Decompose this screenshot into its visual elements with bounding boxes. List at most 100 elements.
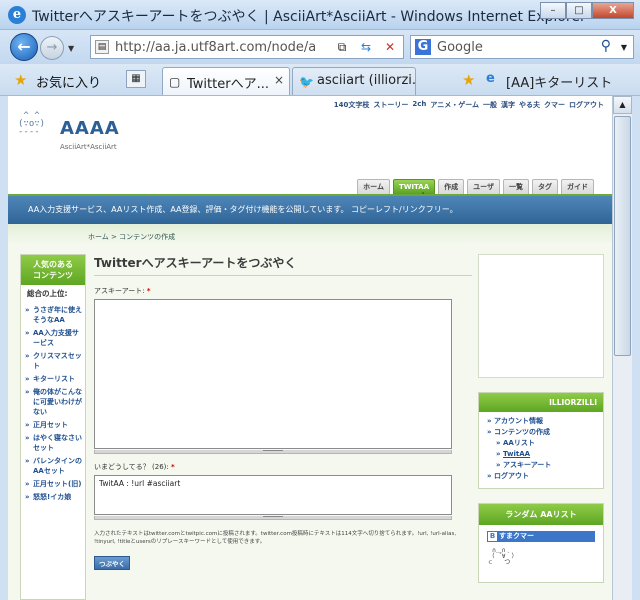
random-aa-item[interactable]: B すまクマー: [487, 531, 595, 542]
maximize-button[interactable]: □: [566, 2, 592, 19]
list-item[interactable]: 正月セット(旧): [23, 479, 85, 489]
site-logo-title[interactable]: AAAA: [60, 118, 120, 139]
random-aa-list-box: ランダム AAリスト B すまクマー ∩＿∩ （ ´∀｀） ⊂ つ: [478, 503, 604, 583]
google-icon: G: [415, 39, 431, 55]
textarea-resize-handle[interactable]: [94, 516, 452, 520]
site-nav-tabs: ホーム TWITAA 作成 ユーザ 一覧 タグ ガイド: [357, 179, 594, 194]
textarea-resize-handle[interactable]: [94, 450, 452, 454]
quick-tabs-icon[interactable]: ▦: [126, 70, 146, 88]
right-sidebar: ILLIORZILLI アカウント情報 コンテンツの作成 AAリスト TwitA…: [478, 254, 604, 583]
content-area: ホーム > コンテンツの作成 人気のある コンテンツ 総合の上位: うさぎ年に使…: [8, 224, 612, 600]
breadcrumb[interactable]: ホーム > コンテンツの作成: [88, 232, 175, 242]
required-marker: *: [170, 463, 175, 471]
toplink[interactable]: 140文字枝: [334, 100, 370, 110]
favorite-link[interactable]: [AA]キターリスト: [506, 72, 612, 91]
window-title: Twitterへアスキーアートをつぶやく | AsciiArt*AsciiArt…: [32, 9, 586, 25]
popular-list: うさぎ年に使えそうなAA AA入力支援サービス クリスマスセット キターリスト …: [21, 303, 85, 502]
address-bar[interactable]: ▤ http://aa.ja.utf8art.com/node/ad ⧉ ⇆ ✕: [90, 35, 404, 59]
search-box[interactable]: G Google ⚲ ▼: [410, 35, 634, 59]
user-menu-logout[interactable]: ログアウト: [487, 471, 599, 482]
user-menu-list: アカウント情報 コンテンツの作成 AAリスト TwitAA アスキーアート ログ…: [479, 412, 603, 488]
tab-twitaa[interactable]: ▢ Twitterへア... ×: [162, 67, 290, 95]
search-dropdown-icon[interactable]: ▼: [621, 43, 627, 52]
banner-text: AA入力支援サービス、AAリスト作成、AA登録、評価・タグ付け機能を公開していま…: [28, 205, 458, 214]
toplink[interactable]: ログアウト: [569, 100, 604, 110]
window-border: [632, 96, 640, 600]
page-title: Twitterへアスキーアートをつぶやく: [94, 254, 472, 276]
add-favorites-icon[interactable]: ★: [462, 71, 475, 89]
popular-content-heading: 人気のある コンテンツ: [21, 255, 85, 285]
aa-field-label: アスキーアート: *: [94, 286, 472, 296]
stop-icon[interactable]: ✕: [379, 37, 401, 57]
tab-label: Twitterへア...: [187, 77, 269, 92]
logo-art[interactable]: ^ ^ (∵o∵) -‐-‐: [18, 112, 45, 137]
ascii-art-textarea[interactable]: [94, 299, 452, 449]
tweet-label-text: いまどうしてる？ (26):: [94, 463, 169, 471]
popular-content-box: 人気のある コンテンツ 総合の上位: うさぎ年に使えそうなAA AA入力支援サー…: [20, 254, 86, 600]
vertical-scrollbar[interactable]: ▲: [612, 96, 632, 600]
main-form: Twitterへアスキーアートをつぶやく アスキーアート: * いまどうしてる？…: [94, 254, 472, 570]
list-item[interactable]: 俺の体がこんなに可愛いわけがない: [23, 387, 85, 417]
nav-tab-home[interactable]: ホーム: [357, 179, 390, 194]
toplink[interactable]: 2ch: [412, 100, 426, 110]
scroll-up-icon[interactable]: ▲: [613, 96, 632, 114]
top-links: 140文字枝 ストーリー 2ch アニメ・ゲーム 一般 漢字 やる夫 クマー ロ…: [334, 100, 604, 110]
toplink[interactable]: クマー: [544, 100, 565, 110]
ad-box: [478, 254, 604, 378]
user-menu-create-content[interactable]: コンテンツの作成: [487, 427, 599, 438]
list-item[interactable]: AA入力支援サービス: [23, 328, 85, 348]
site-logo-subtitle: AsciiArt*AsciiArt: [60, 143, 117, 151]
ie-page-icon: e: [486, 71, 495, 86]
list-item[interactable]: クリスマスセット: [23, 351, 85, 371]
minimize-button[interactable]: –: [540, 2, 566, 19]
back-button[interactable]: ←: [10, 33, 38, 61]
search-input[interactable]: Google: [437, 40, 483, 55]
popular-subheading: 総合の上位:: [27, 289, 68, 298]
aa-label-text: アスキーアート:: [94, 287, 145, 295]
nav-tab-list[interactable]: 一覧: [503, 179, 529, 194]
close-button[interactable]: X: [592, 2, 634, 19]
user-menu-heading: ILLIORZILLI: [479, 393, 603, 412]
refresh-icon[interactable]: ⇆: [355, 37, 377, 57]
nav-tab-guide[interactable]: ガイド: [561, 179, 594, 194]
list-item[interactable]: 正月セット: [23, 420, 85, 430]
tab-asciiart-twitter[interactable]: 🐦 asciiart (illiorzi...: [292, 67, 416, 95]
toplink[interactable]: 漢字: [501, 100, 515, 110]
nav-tab-tags[interactable]: タグ: [532, 179, 558, 194]
title-bar: e Twitterへアスキーアートをつぶやく | AsciiArt*AsciiA…: [0, 0, 640, 30]
search-icon[interactable]: ⚲: [601, 38, 611, 54]
list-item[interactable]: キターリスト: [23, 374, 85, 384]
user-menu-aa-list[interactable]: AAリスト: [487, 438, 599, 449]
ie-logo-icon: e: [8, 6, 26, 24]
tab-close-icon[interactable]: ×: [274, 73, 284, 87]
favorites-star-icon[interactable]: ★: [14, 71, 27, 89]
list-item[interactable]: はやく寝なさいセット: [23, 433, 85, 453]
page-viewport: 140文字枝 ストーリー 2ch アニメ・ゲーム 一般 漢字 やる夫 クマー ロ…: [8, 96, 612, 600]
url-text[interactable]: http://aa.ja.utf8art.com/node/ad: [115, 40, 315, 55]
user-menu-account[interactable]: アカウント情報: [487, 416, 599, 427]
user-menu-box: ILLIORZILLI アカウント情報 コンテンツの作成 AAリスト TwitA…: [478, 392, 604, 489]
forward-button[interactable]: →: [40, 36, 64, 60]
toplink[interactable]: やる夫: [519, 100, 540, 110]
list-item[interactable]: 怒怒!イカ娘: [23, 492, 85, 502]
nav-tab-create[interactable]: 作成: [438, 179, 465, 194]
tweet-submit-button[interactable]: つぶやく: [94, 556, 130, 570]
toplink[interactable]: 一般: [483, 100, 497, 110]
toplink[interactable]: ストーリー: [373, 100, 408, 110]
history-dropdown-icon[interactable]: ▼: [68, 44, 74, 53]
favorites-button[interactable]: お気に入り: [36, 72, 101, 91]
scroll-thumb[interactable]: [614, 116, 631, 356]
compatibility-icon[interactable]: ⧉: [331, 37, 353, 57]
user-menu-twitaa[interactable]: TwitAA: [487, 449, 599, 460]
window-controls: – □ X: [540, 2, 634, 19]
toplink[interactable]: アニメ・ゲーム: [430, 100, 479, 110]
nav-tab-users[interactable]: ユーザ: [467, 179, 500, 194]
tweet-field-label: いまどうしてる？ (26): *: [94, 462, 472, 472]
list-item[interactable]: バレンタインのAAセット: [23, 456, 85, 476]
tab-label: asciiart (illiorzi...: [317, 73, 416, 88]
site-banner: AA入力支援サービス、AAリスト作成、AA登録、評価・タグ付け機能を公開していま…: [8, 194, 612, 224]
help-text: 入力されたテキストはtwitter.comとtwitpic.comに投稿されます…: [94, 531, 457, 545]
list-item[interactable]: うさぎ年に使えそうなAA: [23, 305, 85, 325]
user-menu-ascii-art[interactable]: アスキーアート: [487, 460, 599, 471]
tweet-textarea[interactable]: TwitAA : !url #asciiart: [94, 475, 452, 515]
